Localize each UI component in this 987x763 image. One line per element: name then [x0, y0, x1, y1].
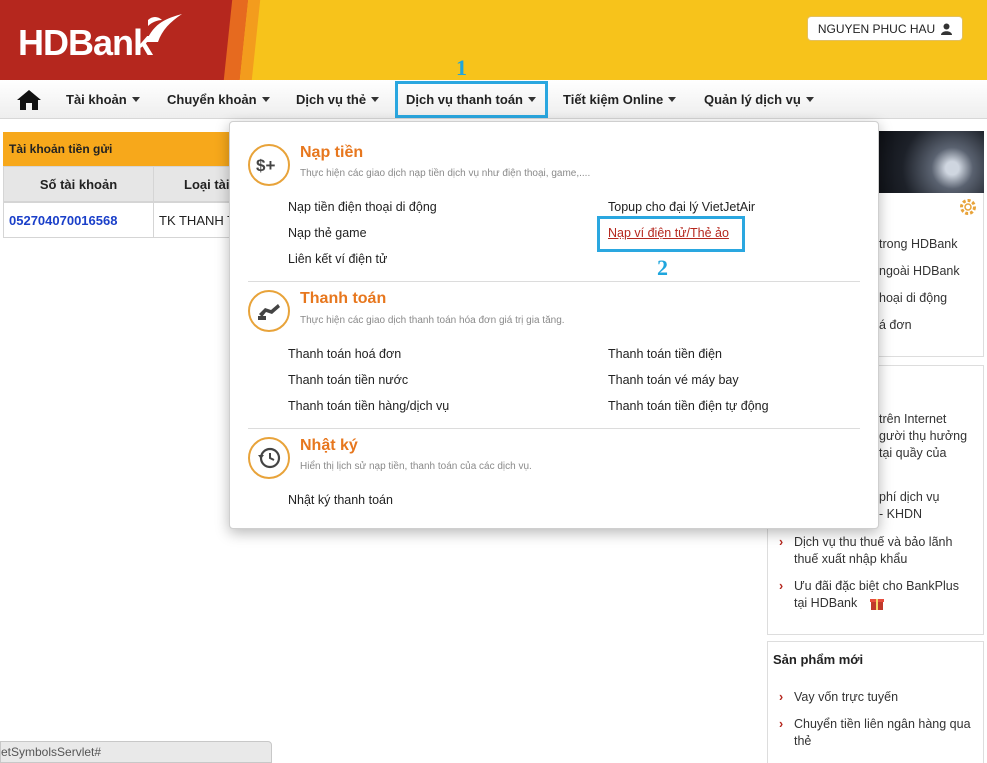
section-desc: Thực hiện các giao dịch nạp tiền dịch vụ…: [300, 168, 591, 179]
divider: [248, 428, 860, 429]
link-nap-the-game[interactable]: Nạp thẻ game: [288, 226, 367, 240]
table-row: 052704070016568: [3, 202, 154, 238]
gear-icon[interactable]: [958, 197, 978, 217]
link-thanh-toan-tien-dien[interactable]: Thanh toán tiền điện: [608, 347, 722, 361]
section-title-nhat-ky: Nhật ký: [300, 437, 358, 454]
nav-tiet-kiem-online[interactable]: Tiết kiệm Online: [563, 80, 677, 119]
highlight-box-step1: [395, 81, 548, 118]
section-title-thanh-toan: Thanh toán: [300, 290, 387, 307]
chevron-right-icon: ›: [779, 579, 784, 593]
sidebar-link-tax[interactable]: › Dịch vụ thu thuế và bảo lãnh thuế xuất …: [779, 534, 974, 568]
link-lien-ket-vi[interactable]: Liên kết ví điện tử: [288, 252, 387, 266]
link-thanh-toan-tien-hang[interactable]: Thanh toán tiền hàng/dịch vụ: [288, 399, 449, 413]
account-type-cell: TK THANH T: [153, 202, 235, 238]
chevron-right-icon: ›: [779, 717, 784, 731]
accounts-title: Tài khoản tiền gửi: [3, 132, 235, 166]
payment-hand-icon: [248, 290, 290, 332]
section-desc: Thực hiện các giao dịch thanh toán hóa đ…: [300, 315, 565, 326]
account-number-link[interactable]: 052704070016568: [9, 213, 117, 228]
link-topup-vietjetair[interactable]: Topup cho đại lý VietJetAir: [608, 200, 755, 214]
new-products-title: Sản phẩm mới: [773, 652, 864, 667]
link-thanh-toan-dien-tu-dong[interactable]: Thanh toán tiền điện tự động: [608, 399, 769, 413]
dollar-plus-icon: $+: [248, 144, 290, 186]
caret-down-icon: [131, 97, 140, 102]
sidebar-text[interactable]: á đơn: [879, 318, 912, 332]
section-title-nap-tien: Nạp tiền: [300, 144, 364, 161]
payment-services-dropdown: $+ Nạp tiền Thực hiện các giao dịch nạp …: [229, 121, 879, 529]
caret-down-icon: [371, 97, 380, 102]
chevron-right-icon: ›: [779, 535, 784, 549]
header: HDBank NGUYEN PHUC HAU: [0, 0, 987, 80]
sidebar-link-label: Chuyển tiền liên ngân hàng qua thẻ: [794, 717, 971, 748]
sidebar-text[interactable]: hoại di động: [879, 291, 947, 305]
sidebar-text[interactable]: - KHDN: [879, 507, 922, 521]
link-thanh-toan-ve-may-bay[interactable]: Thanh toán vé máy bay: [608, 373, 739, 387]
nav-label: Chuyển khoản: [167, 92, 257, 107]
gift-icon: [870, 599, 884, 610]
sidebar-text[interactable]: tại quầy của: [879, 446, 946, 460]
caret-down-icon: [668, 97, 677, 102]
sidebar-link-loan[interactable]: › Vay vốn trực tuyến: [779, 689, 974, 706]
home-icon[interactable]: [16, 89, 42, 111]
user-account-button[interactable]: NGUYEN PHUC HAU: [807, 16, 963, 41]
chevron-right-icon: ›: [779, 690, 784, 704]
user-name: NGUYEN PHUC HAU: [817, 21, 936, 36]
nav-label: Quản lý dịch vụ: [704, 92, 801, 107]
divider: [248, 281, 860, 282]
link-nhat-ky-thanh-toan[interactable]: Nhật ký thanh toán: [288, 493, 393, 507]
user-icon: [941, 23, 953, 35]
nav-quan-ly-dich-vu[interactable]: Quản lý dịch vụ: [704, 80, 814, 119]
nav-label: Dịch vụ thẻ: [296, 92, 367, 107]
logo-swoosh-icon: [146, 14, 182, 42]
sidebar-link-transfer[interactable]: › Chuyển tiền liên ngân hàng qua thẻ: [779, 716, 974, 750]
sidebar-text[interactable]: gười thụ hưởng: [879, 429, 967, 443]
hdbank-logo[interactable]: HDBank: [18, 22, 153, 64]
svg-text:$+: $+: [256, 156, 275, 175]
sidebar-text[interactable]: trong HDBank: [879, 237, 958, 251]
nav-label: Tiết kiệm Online: [563, 92, 664, 107]
link-thanh-toan-hoa-don[interactable]: Thanh toán hoá đơn: [288, 347, 401, 361]
sidebar-text[interactable]: ngoài HDBank: [879, 264, 960, 278]
link-thanh-toan-tien-nuoc[interactable]: Thanh toán tiền nước: [288, 373, 408, 387]
sidebar-text[interactable]: trên Internet: [879, 412, 946, 426]
sidebar-banner-image: [878, 131, 984, 193]
sidebar-text[interactable]: phí dịch vụ: [879, 490, 939, 504]
column-header-account-type: Loại tài: [153, 166, 235, 202]
history-icon: [248, 437, 290, 479]
step-number-1: 1: [456, 55, 467, 80]
browser-status-bar: etSymbolsServlet#: [0, 741, 272, 763]
nav-tai-khoan[interactable]: Tài khoản: [66, 80, 140, 119]
sidebar-link-label: Dịch vụ thu thuế và bảo lãnh thuế xuất n…: [794, 535, 953, 566]
caret-down-icon: [261, 97, 270, 102]
section-desc: Hiển thị lịch sử nạp tiền, thanh toán củ…: [300, 461, 532, 472]
link-nap-tien-dien-thoai[interactable]: Nạp tiền điện thoại di động: [288, 200, 437, 214]
nav-chuyen-khoan[interactable]: Chuyển khoản: [167, 80, 270, 119]
sidebar-link-label: Vay vốn trực tuyến: [794, 690, 899, 704]
column-header-account-number: Số tài khoản: [3, 166, 154, 202]
nav-dich-vu-the[interactable]: Dịch vụ thẻ: [296, 80, 380, 119]
nav-label: Tài khoản: [66, 92, 127, 107]
step-number-2: 2: [657, 255, 668, 280]
caret-down-icon: [805, 97, 814, 102]
highlight-box-step2: [597, 216, 745, 252]
